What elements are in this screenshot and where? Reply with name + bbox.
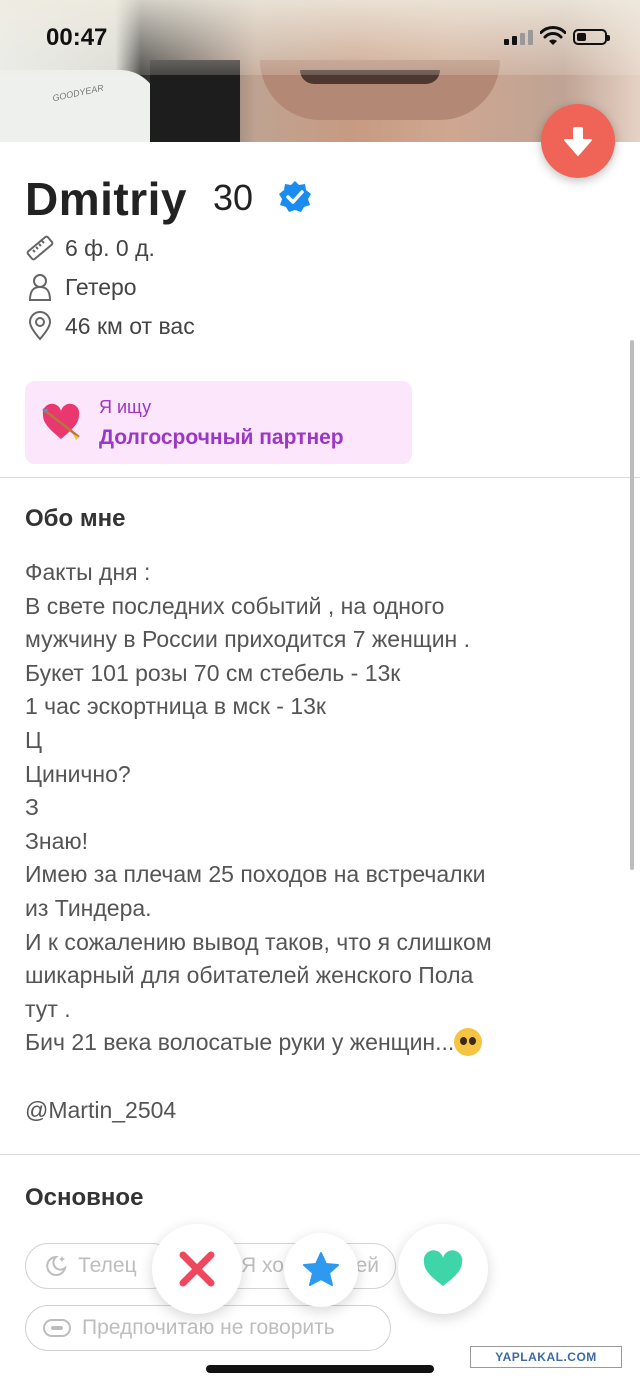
bio-line: В свете последних событий , на одного (25, 592, 445, 619)
star-icon (303, 1252, 339, 1286)
home-indicator[interactable] (206, 1365, 434, 1373)
super-like-button[interactable] (284, 1233, 358, 1307)
chip-family-label: Я хо (241, 1254, 284, 1277)
arrow-down-icon (564, 127, 592, 156)
bio-line: шикарный для обитателей женского Пола (25, 962, 474, 989)
orientation-row: Гетеро (25, 272, 137, 302)
about-title: Обо мне (25, 505, 126, 532)
divider (0, 477, 640, 478)
signal-icon (504, 30, 533, 45)
close-icon (179, 1251, 215, 1287)
bio-line: И к сожалению вывод таков, что я слишком (25, 928, 492, 955)
profile-age: 30 (213, 177, 254, 218)
moon-star-icon (46, 1255, 67, 1276)
bio-line: Знаю! (25, 827, 89, 854)
verified-badge-icon (279, 181, 311, 212)
location-pin-icon (28, 311, 52, 341)
bio-line: Ц (25, 726, 43, 753)
bio-line: 1 час эскортница в мск - 13к (25, 693, 326, 720)
chip-family-label-end: ей (355, 1254, 379, 1277)
looking-for-card: Я ищу Долгосрочный партнер (25, 381, 412, 464)
battery-icon (573, 29, 610, 45)
bio-line-last: Бич 21 века волосатые руки у женщин... (25, 1026, 615, 1060)
scrollbar[interactable] (630, 340, 634, 870)
height-row: 6 ф. 0 д. (25, 233, 155, 263)
chip-preference-label: Предпочитаю не говорить (82, 1316, 335, 1339)
bio-line: Факты дня : (25, 559, 151, 585)
ruler-icon (26, 235, 54, 261)
status-bar: 00:47 (0, 0, 640, 75)
divider (0, 1154, 640, 1155)
bio-line-text: Бич 21 века волосатые руки у женщин... (25, 1029, 455, 1056)
pill-icon (43, 1319, 71, 1337)
instagram-handle: @Martin_2504 (25, 1097, 177, 1123)
heart-icon (423, 1250, 463, 1286)
person-icon (28, 274, 52, 301)
orientation-text: Гетеро (65, 273, 137, 300)
bio-line: из Тиндера. (25, 894, 152, 921)
nope-button[interactable] (152, 1224, 242, 1314)
looking-for-label: Я ищу (99, 397, 152, 417)
like-button[interactable] (398, 1224, 488, 1314)
heart-arrow-icon (42, 403, 80, 440)
looking-for-value: Долгосрочный партнер (99, 426, 344, 449)
distance-text: 46 км от вас (65, 312, 195, 339)
basics-title: Основное (25, 1184, 144, 1211)
profile-name: Dmitriy (25, 173, 187, 225)
distance-row: 46 км от вас (25, 311, 195, 341)
wifi-icon (540, 26, 566, 45)
about-text: Факты дня : В свете последних событий , … (25, 556, 615, 1060)
height-text: 6 ф. 0 д. (65, 234, 155, 261)
bio-line: Букет 101 розы 70 см стебель - 13к (25, 659, 401, 686)
photo-shirt (0, 70, 160, 142)
chip-zodiac-label: Телец (78, 1254, 137, 1277)
bio-line: тут . (25, 995, 71, 1022)
bio-line: мужчину в России приходится 7 женщин . (25, 626, 471, 653)
status-time: 00:47 (46, 24, 108, 51)
pleading-face-emoji-icon (454, 1028, 483, 1057)
bio-line: Цинично? (25, 760, 131, 787)
watermark: YAPLAKAL.COM (470, 1346, 622, 1368)
bio-line: Имею за плечам 25 походов на встречалки (25, 861, 486, 888)
collapse-profile-button[interactable] (541, 104, 615, 178)
bio-line: З (25, 794, 39, 821)
